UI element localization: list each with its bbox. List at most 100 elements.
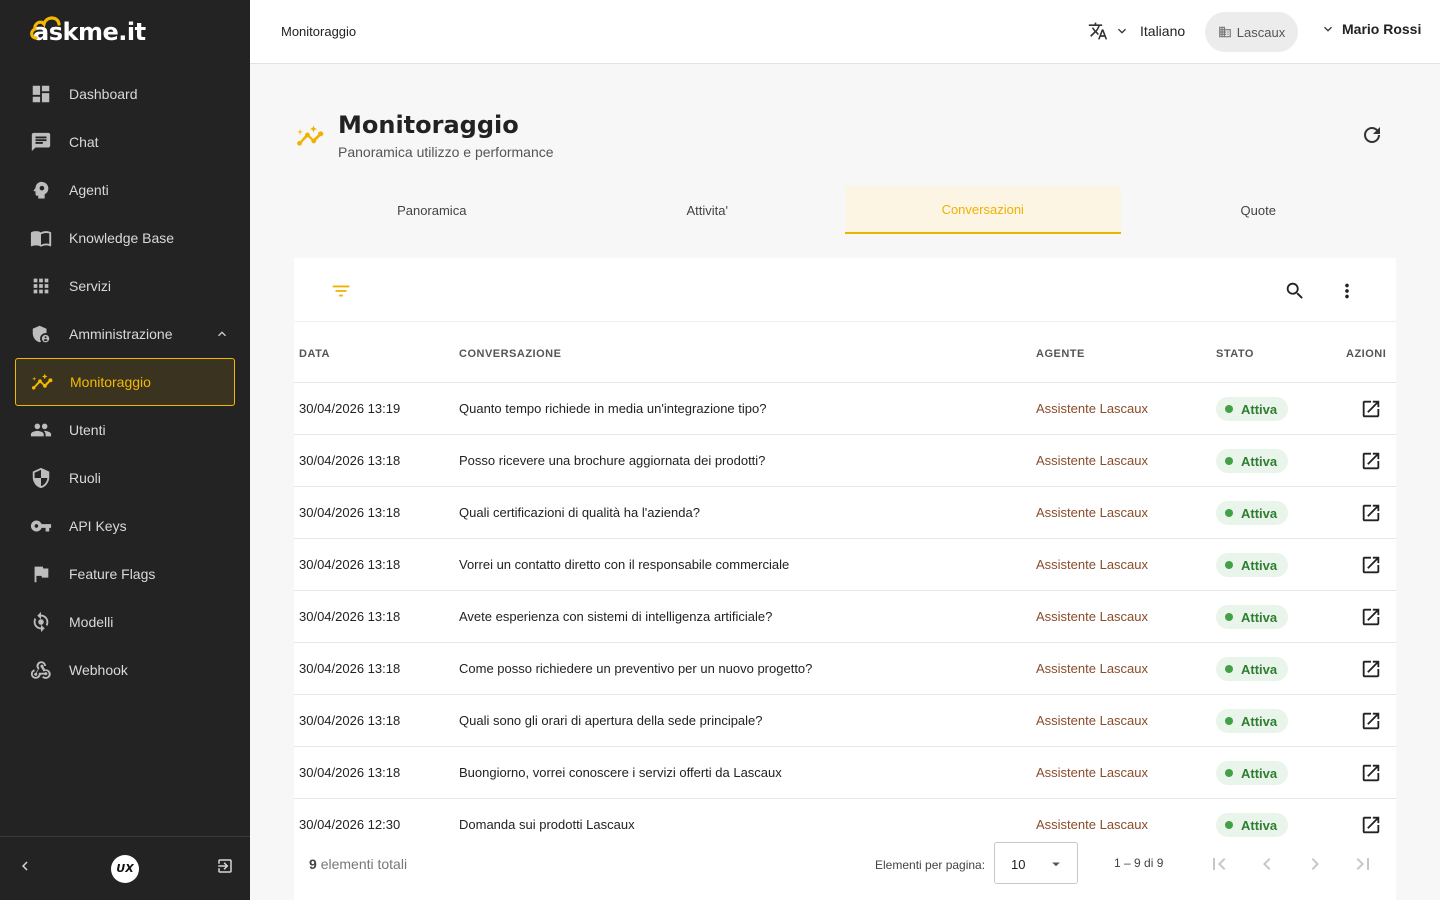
cell-agent[interactable]: Assistente Lascaux [1036,557,1148,572]
user-menu[interactable]: Mario Rossi [1320,21,1421,37]
status-dot [1225,769,1233,777]
cell-conversation[interactable]: Posso ricevere una brochure aggiornata d… [459,453,765,468]
tab-attivita[interactable]: Attivita' [570,186,846,234]
cell-agent[interactable]: Assistente Lascaux [1036,661,1148,676]
table-row[interactable]: 30/04/2026 13:19 Quanto tempo richiede in… [294,383,1396,435]
per-page-select[interactable]: 10 [994,842,1078,884]
next-page-button[interactable] [1303,852,1327,876]
status-label: Attiva [1241,609,1278,625]
sidebar-item-utenti[interactable]: Utenti [0,406,250,454]
building-icon [1218,26,1231,38]
sidebar-item-ruoli[interactable]: Ruoli [0,454,250,502]
column-header-date[interactable]: DATA [299,348,330,360]
total-number: 9 [309,856,317,872]
user-name: Mario Rossi [1342,21,1422,37]
cell-conversation[interactable]: Vorrei un contatto diretto con il respon… [459,557,789,572]
flag-icon [30,563,52,585]
sidebar-item-chat[interactable]: Chat [0,118,250,166]
collapse-sidebar-icon[interactable] [16,857,34,880]
monitoring-icon [297,125,324,146]
search-icon[interactable] [1284,280,1306,302]
sidebar-item-modelli[interactable]: Modelli [0,598,250,646]
cell-agent[interactable]: Assistente Lascaux [1036,817,1148,832]
logout-icon[interactable] [216,857,234,880]
cell-conversation[interactable]: Quanto tempo richiede in media un'integr… [459,401,766,416]
app-logo[interactable]: askme.it [30,12,146,46]
table-header: DATA CONVERSAZIONE AGENTE STATO AZIONI [294,322,1396,383]
sidebar-item-webhook[interactable]: Webhook [0,646,250,694]
sidebar-item-label: Amministrazione [69,326,173,342]
table-row[interactable]: 30/04/2026 13:18 Avete esperienza con sis… [294,591,1396,643]
filter-icon[interactable] [330,280,352,302]
open-in-new-icon[interactable] [1360,398,1382,420]
column-header-conversation[interactable]: CONVERSAZIONE [459,348,561,360]
sidebar-item-feature-flags[interactable]: Feature Flags [0,550,250,598]
table-row[interactable]: 30/04/2026 13:18 Come posso richiedere un… [294,643,1396,695]
cell-conversation[interactable]: Quali certificazioni di qualità ha l'azi… [459,505,700,520]
table-row[interactable]: 30/04/2026 13:18 Posso ricevere una broch… [294,435,1396,487]
last-page-button[interactable] [1351,852,1375,876]
chevron-up-icon[interactable] [214,326,230,345]
ux-badge[interactable]: UX [111,854,139,883]
sidebar-item-agenti[interactable]: Agenti [0,166,250,214]
table-row[interactable]: 30/04/2026 13:18 Quali certificazioni di … [294,487,1396,539]
open-in-new-icon[interactable] [1360,814,1382,836]
open-in-new-icon[interactable] [1360,450,1382,472]
table-row[interactable]: 30/04/2026 13:18 Vorrei un contatto diret… [294,539,1396,591]
more-vert-icon[interactable] [1336,280,1358,302]
column-header-state[interactable]: STATO [1216,348,1254,360]
cell-agent[interactable]: Assistente Lascaux [1036,453,1148,468]
table-row[interactable]: 30/04/2026 13:18 Quali sono gli orari di … [294,695,1396,747]
open-in-new-icon[interactable] [1360,762,1382,784]
cell-conversation[interactable]: Domanda sui prodotti Lascaux [459,817,635,832]
open-in-new-icon[interactable] [1360,606,1382,628]
total-count: 9 elementi totali [309,856,407,872]
tab-conversazioni[interactable]: Conversazioni [845,186,1121,234]
conversations-card: DATA CONVERSAZIONE AGENTE STATO AZIONI 3… [294,258,1396,900]
chat-icon [30,131,52,153]
cell-conversation[interactable]: Avete esperienza con sistemi di intellig… [459,609,772,624]
cell-agent[interactable]: Assistente Lascaux [1036,765,1148,780]
first-page-icon [1213,858,1226,870]
cell-agent[interactable]: Assistente Lascaux [1036,401,1148,416]
status-label: Attiva [1241,661,1278,677]
status-label: Attiva [1241,557,1278,573]
table-row[interactable]: 30/04/2026 13:18 Buongiorno, vorrei conos… [294,747,1396,799]
sidebar-footer: UX [0,836,250,900]
tab-panoramica[interactable]: Panoramica [294,186,570,234]
cell-conversation[interactable]: Buongiorno, vorrei conoscere i servizi o… [459,765,782,780]
status-label: Attiva [1241,401,1278,417]
sidebar-item-knowledge-base[interactable]: Knowledge Base [0,214,250,262]
open-in-new-icon[interactable] [1360,554,1382,576]
cell-agent[interactable]: Assistente Lascaux [1036,713,1148,728]
status-label: Attiva [1241,817,1278,833]
sidebar-item-dashboard[interactable]: Dashboard [0,70,250,118]
sidebar-item-api-keys[interactable]: API Keys [0,502,250,550]
sidebar-item-servizi[interactable]: Servizi [0,262,250,310]
status-dot [1225,717,1233,725]
status-dot [1225,509,1233,517]
tenant-chip[interactable]: Lascaux [1205,12,1298,52]
cell-conversation[interactable]: Come posso richiedere un preventivo per … [459,661,812,676]
first-page-button[interactable] [1207,852,1231,876]
cell-agent[interactable]: Assistente Lascaux [1036,609,1148,624]
dashboard-icon [30,83,52,105]
open-in-new-icon[interactable] [1360,710,1382,732]
column-header-agent[interactable]: AGENTE [1036,348,1085,360]
sidebar-item-label: Knowledge Base [69,230,175,246]
shield-icon [30,467,52,489]
status-badge: Attiva [1216,657,1289,681]
refresh-icon[interactable] [1360,123,1384,147]
tab-quote[interactable]: Quote [1121,186,1397,234]
open-in-new-icon[interactable] [1360,658,1382,680]
cell-agent[interactable]: Assistente Lascaux [1036,505,1148,520]
sidebar-item-label: Servizi [69,278,112,294]
sidebar-item-label: API Keys [69,518,127,534]
previous-page-button[interactable] [1255,852,1279,876]
sidebar-item-amministrazione[interactable]: Amministrazione [0,310,250,358]
sidebar-item-monitoraggio[interactable]: Monitoraggio [15,358,235,406]
cell-conversation[interactable]: Quali sono gli orari di apertura della s… [459,713,763,728]
language-selector[interactable]: Italiano [1088,21,1185,41]
pagination: 9 elementi totali Elementi per pagina: 1… [294,842,1396,900]
open-in-new-icon[interactable] [1360,502,1382,524]
